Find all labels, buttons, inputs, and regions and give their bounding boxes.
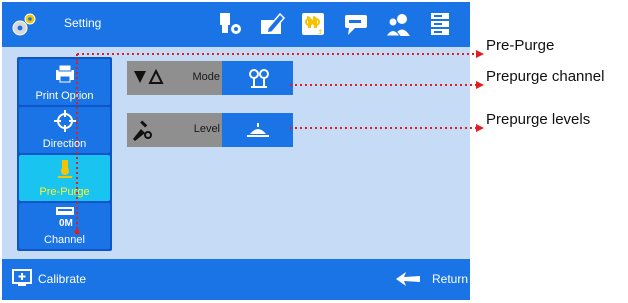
pre-purge-arrowhead [476,50,484,58]
annotation-prepurge-channel: Prepurge channel [486,68,605,85]
pre-purge-leader-dot [74,229,80,235]
prepurge-channel-arrowhead [476,81,484,89]
annotation-pre-purge: Pre-Purge [486,37,555,54]
annotation-prepurge-levels: Prepurge levels [486,111,591,128]
prepurge-levels-arrowhead [476,124,484,132]
